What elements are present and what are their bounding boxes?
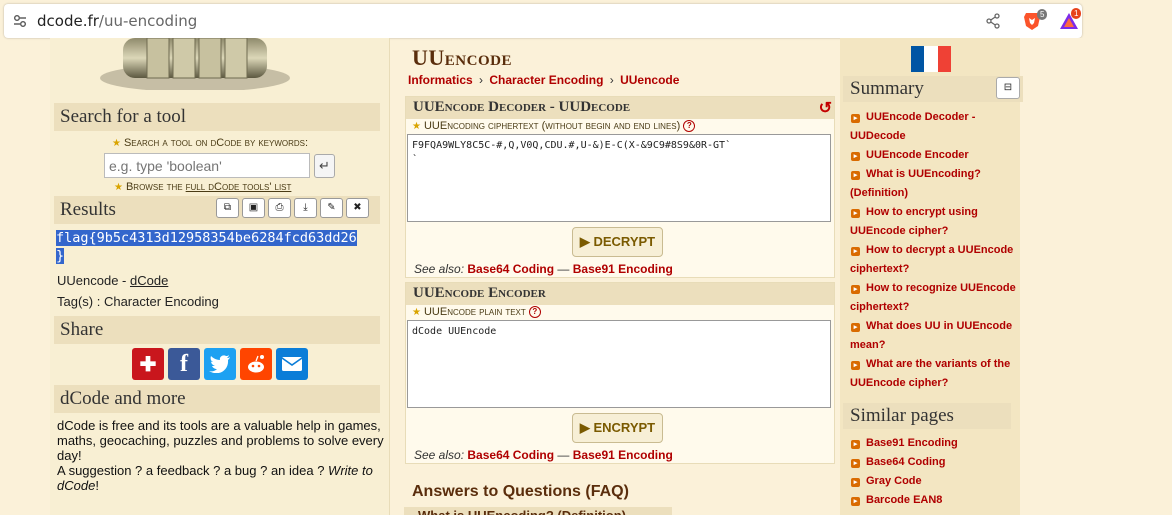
summary-item[interactable]: ▸ UUEncode Encoder (850, 146, 1020, 165)
decoder-see-also: See also: Base64 Coding — Base91 Encodin… (414, 262, 673, 276)
keyword-search-label: ★ Search a tool on dCode by keywords: (112, 137, 309, 149)
browse-tools-link[interactable]: ★ Browse the full dCode tools' list (114, 181, 291, 193)
export-icon[interactable]: ▣ (242, 198, 265, 218)
star-icon: ★ (412, 307, 421, 318)
result-tags: Tag(s) : Character Encoding (57, 294, 219, 309)
similar-pages-heading: Similar pages (843, 403, 1011, 429)
facebook-share-button[interactable]: f (168, 348, 200, 380)
arrow-bullet-icon: ▸ (851, 361, 860, 370)
encrypt-button[interactable]: ▶ ENCRYPT (572, 413, 663, 443)
url-text[interactable]: dcode.fr/uu-encoding (37, 12, 197, 30)
star-icon: ★ (112, 138, 121, 149)
breadcrumb: Informatics › Character Encoding › UUenc… (408, 73, 680, 87)
shields-count-badge: 5 (1037, 9, 1048, 20)
page-margin (1020, 38, 1172, 515)
url-bar[interactable]: dcode.fr/uu-encoding 5 1 (4, 4, 1082, 38)
encoder-see-also: See also: Base64 Coding — Base91 Encodin… (414, 448, 673, 462)
close-icon[interactable]: ✖ (346, 198, 369, 218)
breadcrumb-character-encoding[interactable]: Character Encoding (489, 73, 603, 87)
arrow-bullet-icon: ▸ (851, 440, 860, 449)
mail-icon (281, 357, 303, 371)
breadcrumb-uuencode[interactable]: UUencode (620, 73, 679, 87)
tool-search-input[interactable] (104, 153, 310, 178)
dcode-logo-image[interactable] (95, 38, 295, 90)
arrow-bullet-icon: ▸ (851, 209, 860, 218)
faq-question[interactable]: What is UUEncoding? (Definition) (404, 507, 672, 515)
base64-link[interactable]: Base64 Coding (467, 262, 554, 276)
results-toolbar: ⧉ ▣ ⎙ ⤓ ✎ ✖ (216, 198, 369, 218)
dcode-link[interactable]: dCode (130, 273, 168, 288)
site-settings-icon[interactable] (13, 14, 27, 28)
search-submit-button[interactable]: ↵ (314, 154, 335, 178)
email-share-button[interactable] (276, 348, 308, 380)
summary-item[interactable]: ▸ How to decrypt a UUEncode ciphertext? (850, 241, 1020, 279)
plaintext-label: ★ UUEncode plain text ? (412, 306, 541, 319)
base91-link[interactable]: Base91 Encoding (573, 448, 673, 462)
summary-item[interactable]: ▸ What is UUEncoding? (Definition) (850, 165, 1020, 203)
reddit-share-button[interactable] (240, 348, 272, 380)
summary-item[interactable]: ▸ How to encrypt using UUEncode cipher? (850, 203, 1020, 241)
pin-icon[interactable]: ✎ (320, 198, 343, 218)
base91-link[interactable]: Base91 Encoding (573, 262, 673, 276)
help-icon[interactable]: ? (683, 120, 696, 133)
arrow-bullet-icon: ▸ (851, 497, 860, 506)
arrow-bullet-icon: ▸ (851, 152, 860, 161)
similar-page-item[interactable]: ▸ Base91 Encoding (850, 434, 1020, 453)
rewards-count-badge: 1 (1071, 8, 1082, 19)
print-icon[interactable]: ⎙ (268, 198, 291, 218)
faq-heading: Answers to Questions (FAQ) (412, 483, 629, 500)
result-source: UUencode - dCode (57, 273, 169, 288)
share-heading: Share (54, 316, 380, 344)
arrow-bullet-icon: ▸ (851, 323, 860, 332)
share-buttons: ✚ f (132, 348, 308, 380)
search-tool-heading: Search for a tool (54, 103, 380, 131)
collapse-summary-button[interactable]: ⊟ (996, 77, 1020, 99)
dcode-more-heading: dCode and more (54, 385, 380, 413)
help-icon[interactable]: ? (528, 306, 541, 319)
ciphertext-label: ★ UUEncoding ciphertext (without begin an… (412, 120, 696, 133)
similar-page-item[interactable]: ▸ Gray Code (850, 472, 1020, 491)
decrypt-button[interactable]: ▶ DECRYPT (572, 227, 663, 257)
arrow-bullet-icon: ▸ (851, 247, 860, 256)
breadcrumb-informatics[interactable]: Informatics (408, 73, 473, 87)
decoded-result[interactable]: flag{9b5c4313d12958354be6284fcd63dd26} (56, 229, 384, 265)
arrow-bullet-icon: ▸ (851, 285, 860, 294)
arrow-bullet-icon: ▸ (851, 459, 860, 468)
base64-link[interactable]: Base64 Coding (467, 448, 554, 462)
ciphertext-textarea[interactable]: F9FQA9WLY8C5C-#,Q,V0Q,CDU.#,U-&)E-C(X-&9… (407, 134, 831, 222)
arrow-bullet-icon: ▸ (851, 478, 860, 487)
plaintext-textarea[interactable]: dCode UUEncode (407, 320, 831, 408)
arrow-bullet-icon: ▸ (851, 171, 860, 180)
summary-item[interactable]: ▸ What does UU in UUEncode mean? (850, 317, 1020, 355)
reddit-icon (248, 355, 264, 373)
similar-page-item[interactable]: ▸ Base64 Coding (850, 453, 1020, 472)
copy-icon[interactable]: ⧉ (216, 198, 239, 218)
summary-item[interactable]: ▸ How to recognize UUEncode ciphertext? (850, 279, 1020, 317)
similar-pages-list: ▸ Base91 Encoding ▸ Base64 Coding ▸ Gray Co… (850, 434, 1020, 510)
encoder-heading: UUEncode Encoder (406, 283, 834, 305)
similar-page-item[interactable]: ▸ Barcode EAN8 (850, 491, 1020, 510)
summary-item[interactable]: ▸ What are the variants of the UUEncode c… (850, 355, 1020, 393)
summary-item[interactable]: ▸ UUEncode Decoder - UUDecode (850, 108, 1020, 146)
page-title: UUencode (412, 45, 512, 70)
french-flag-icon[interactable] (911, 46, 951, 72)
share-icon[interactable] (985, 13, 1001, 29)
addthis-share-button[interactable]: ✚ (132, 348, 164, 380)
twitter-icon (209, 355, 230, 373)
reload-icon[interactable]: ↺ (819, 98, 832, 118)
summary-list: ▸ UUEncode Decoder - UUDecode ▸ UUEncode E… (850, 108, 1020, 393)
star-icon: ★ (412, 121, 421, 132)
about-dcode-text: dCode is free and its tools are a valuab… (57, 418, 384, 493)
decoder-heading: UUEncode Decoder - UUDecode (406, 97, 834, 119)
arrow-bullet-icon: ▸ (851, 114, 860, 123)
star-icon: ★ (114, 182, 123, 193)
download-icon[interactable]: ⤓ (294, 198, 317, 218)
twitter-share-button[interactable] (204, 348, 236, 380)
